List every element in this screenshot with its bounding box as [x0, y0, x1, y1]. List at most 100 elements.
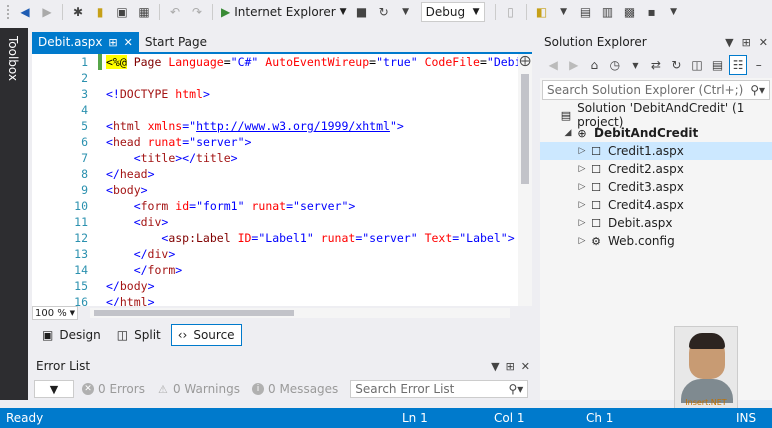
scrollbar-thumb[interactable]: [521, 74, 529, 184]
forward-icon[interactable]: ▶: [38, 2, 56, 22]
save-all-icon[interactable]: ▦: [135, 2, 153, 22]
tree-item[interactable]: ▷ ⚙ Web.config: [540, 232, 772, 250]
undo-icon[interactable]: ↶: [166, 2, 184, 22]
code-line[interactable]: <html xmlns="http://www.w3.org/1999/xhtm…: [106, 118, 404, 134]
code-line[interactable]: <%@ Page Language="C#" AutoEventWireup="…: [106, 54, 518, 70]
tab-source[interactable]: ‹› Source: [170, 324, 242, 346]
tab-label: Design: [59, 328, 101, 342]
expand-arrow-icon[interactable]: ▷: [576, 182, 588, 192]
expand-arrow-icon[interactable]: ▷: [576, 164, 588, 174]
browse-icon[interactable]: ■: [353, 2, 371, 22]
scrollbar-thumb[interactable]: [94, 310, 294, 316]
expand-arrow-icon[interactable]: ▷: [576, 146, 588, 156]
new-project-icon[interactable]: ✱: [69, 2, 87, 22]
search-icon[interactable]: ⚲▾: [508, 382, 523, 396]
filter-button[interactable]: ▼: [34, 380, 74, 398]
attach-icon[interactable]: ▯: [502, 2, 520, 22]
code-token: <: [106, 183, 113, 197]
code-token: html: [112, 119, 141, 133]
chevron-down-icon[interactable]: ▼: [491, 360, 499, 373]
history-icon[interactable]: ◷: [606, 55, 625, 75]
zoom-select[interactable]: 100 % ▼: [32, 306, 78, 320]
close-icon[interactable]: ✕: [521, 360, 530, 373]
code-line[interactable]: </form>: [106, 262, 183, 278]
find-icon[interactable]: ◧: [533, 2, 551, 22]
configuration-select[interactable]: Debug ▼: [420, 2, 485, 22]
comment-icon[interactable]: ▤: [577, 2, 595, 22]
warnings-toggle[interactable]: ⚠ 0 Warnings: [153, 382, 244, 396]
code-editor[interactable]: 1 2 3 4 5 6 7 8 9 10 11 12 13 14 15 16 <%@ Page Languag…: [32, 54, 532, 306]
forward-icon[interactable]: ▶: [565, 55, 584, 75]
pin-icon[interactable]: ⊞: [506, 360, 515, 373]
close-icon[interactable]: ✕: [124, 36, 133, 49]
errors-toggle[interactable]: ✕ 0 Errors: [78, 382, 149, 396]
close-icon[interactable]: ✕: [759, 36, 768, 49]
code-line[interactable]: <!DOCTYPE html>: [106, 86, 210, 102]
bookmark-prev-icon[interactable]: ▪: [643, 2, 661, 22]
pin-icon[interactable]: ⊞: [108, 36, 117, 49]
code-area[interactable]: <%@ Page Language="C#" AutoEventWireup="…: [106, 54, 518, 306]
tree-item[interactable]: ▷ ☐ Credit2.aspx: [540, 160, 772, 178]
tab-design[interactable]: ▣ Design: [36, 324, 107, 346]
search-icon[interactable]: ⚲▾: [750, 83, 765, 97]
code-line[interactable]: <asp:Label ID="Label1" runat="server" Te…: [106, 230, 514, 246]
expand-arrow-icon[interactable]: ▷: [576, 236, 588, 246]
error-list-search[interactable]: Search Error List ⚲▾: [350, 380, 529, 398]
code-line[interactable]: </body>: [106, 278, 155, 294]
run-button[interactable]: ▶ Internet Explorer ▼: [217, 5, 351, 19]
home-icon[interactable]: ⌂: [585, 55, 604, 75]
minus-icon[interactable]: –: [749, 55, 768, 75]
code-line[interactable]: </head>: [106, 166, 155, 182]
properties-icon[interactable]: ☷: [728, 55, 748, 75]
dropdown-icon[interactable]: ▼: [626, 55, 645, 75]
pin-icon[interactable]: ⊞: [742, 36, 751, 49]
dropdown-icon[interactable]: ▼: [397, 2, 415, 22]
open-folder-icon[interactable]: ▮: [91, 2, 109, 22]
tab-debit-aspx[interactable]: Debit.aspx ⊞ ✕: [32, 32, 139, 52]
expand-arrow-icon[interactable]: ▷: [576, 218, 588, 228]
bookmark-icon[interactable]: ▩: [621, 2, 639, 22]
code-line[interactable]: <title></title>: [106, 150, 238, 166]
tree-item[interactable]: ◢ ⊕ DebitAndCredit: [540, 124, 772, 142]
toolbox-strip[interactable]: Toolbox: [0, 28, 28, 400]
overflow-icon[interactable]: ▼: [665, 2, 683, 22]
tree-item[interactable]: ▤ Solution 'DebitAndCredit' (1 project): [540, 101, 772, 129]
code-token: "form1": [196, 199, 245, 213]
chevron-down-icon[interactable]: ▼: [725, 36, 733, 49]
tree-item[interactable]: ▷ ☐ Credit4.aspx: [540, 196, 772, 214]
tab-split[interactable]: ◫ Split: [111, 324, 167, 346]
collapse-all-icon[interactable]: ◫: [688, 55, 707, 75]
toolbar-grip[interactable]: [6, 4, 10, 20]
expand-arrow-icon[interactable]: ▷: [576, 200, 588, 210]
code-line[interactable]: </html>: [106, 294, 155, 306]
back-icon[interactable]: ◀: [544, 55, 563, 75]
code-token: >: [202, 87, 210, 101]
back-icon[interactable]: ◀: [16, 2, 34, 22]
expand-arrow-icon[interactable]: ◢: [562, 128, 574, 138]
dropdown-icon[interactable]: ▼: [555, 2, 573, 22]
code-line[interactable]: <div>: [106, 214, 169, 230]
save-icon[interactable]: ▣: [113, 2, 131, 22]
chevron-down-icon[interactable]: ▼: [340, 7, 347, 17]
code-line[interactable]: </div>: [106, 246, 176, 262]
refresh-icon[interactable]: ↻: [375, 2, 393, 22]
code-line[interactable]: <head runat="server">: [106, 134, 251, 150]
toolbox-label[interactable]: Toolbox: [6, 36, 20, 81]
show-all-files-icon[interactable]: ▤: [708, 55, 727, 75]
tree-item[interactable]: ▷ ☐ Debit.aspx: [540, 214, 772, 232]
vertical-scrollbar[interactable]: ⨁: [518, 54, 532, 306]
split-editor-icon[interactable]: ⨁: [518, 54, 532, 68]
refresh-icon[interactable]: ↻: [667, 55, 686, 75]
code-line[interactable]: <form id="form1" runat="server">: [106, 198, 356, 214]
messages-toggle[interactable]: i 0 Messages: [248, 382, 342, 396]
solution-explorer-search[interactable]: Search Solution Explorer (Ctrl+;) ⚲▾: [542, 80, 770, 100]
sync-icon[interactable]: ⇄: [647, 55, 666, 75]
tree-item[interactable]: ▷ ☐ Credit1.aspx: [540, 142, 772, 160]
code-line[interactable]: <body>: [106, 182, 148, 198]
tree-item[interactable]: ▷ ☐ Credit3.aspx: [540, 178, 772, 196]
redo-icon[interactable]: ↷: [188, 2, 206, 22]
uncomment-icon[interactable]: ▥: [599, 2, 617, 22]
horizontal-scrollbar[interactable]: [90, 308, 510, 318]
tab-start-page[interactable]: Start Page: [139, 32, 213, 52]
